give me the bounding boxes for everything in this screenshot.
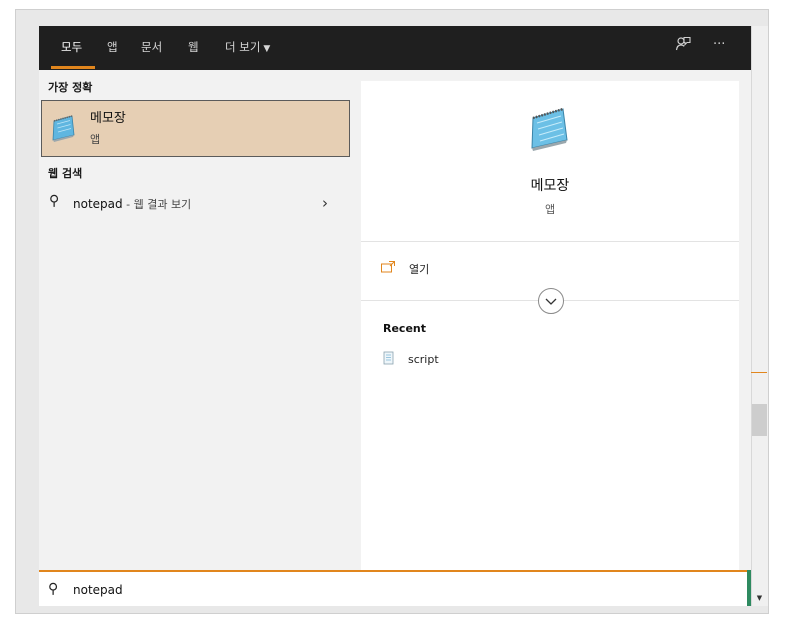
background-scroll-thumb[interactable] (752, 404, 767, 436)
tab-more[interactable]: 더 보기 ▼ (225, 39, 270, 55)
text-file-icon (383, 351, 395, 365)
feedback-icon[interactable] (675, 36, 691, 56)
search-input[interactable] (73, 580, 673, 600)
best-match-result[interactable]: 메모장 앱 (41, 100, 350, 157)
open-icon (381, 261, 395, 273)
detail-pane: 메모장 앱 열기 Recent script (361, 81, 739, 570)
tab-documents[interactable]: 문서 (141, 39, 162, 55)
tab-all[interactable]: 모두 (61, 39, 82, 55)
search-panel: 모두 앱 문서 웹 더 보기 ▼ ··· 가장 정확 메모장 앱 웹 검색 ⚲ … (39, 26, 751, 606)
divider (361, 241, 739, 242)
open-action[interactable]: 열기 (381, 259, 721, 281)
notepad-large-icon (525, 105, 573, 153)
recent-heading: Recent (383, 322, 427, 335)
web-search-text: notepad - 웹 결과 보기 (73, 196, 191, 212)
best-match-heading: 가장 정확 (48, 81, 93, 94)
web-search-result[interactable]: ⚲ notepad - 웹 결과 보기 › (39, 192, 349, 216)
results-list: 가장 정확 메모장 앱 웹 검색 ⚲ notepad - 웹 결과 보기 › (39, 70, 361, 570)
more-options-icon[interactable]: ··· (713, 37, 725, 52)
web-search-suffix: - 웹 결과 보기 (122, 198, 192, 211)
filter-tab-bar: 모두 앱 문서 웹 더 보기 ▼ ··· (39, 26, 751, 70)
background-scrollbar[interactable] (751, 26, 768, 606)
search-icon: ⚲ (49, 193, 60, 209)
tab-web[interactable]: 웹 (188, 39, 199, 55)
chevron-down-icon (545, 298, 557, 305)
open-action-label: 열기 (409, 263, 430, 276)
recent-file-name: script (408, 353, 439, 366)
web-search-query: notepad (73, 197, 123, 211)
detail-app-type: 앱 (544, 203, 556, 216)
search-box-edge (747, 570, 751, 606)
active-tab-indicator (51, 66, 95, 69)
best-match-title: 메모장 (90, 111, 126, 126)
search-box[interactable]: ⚲ (39, 570, 751, 606)
best-match-type: 앱 (90, 133, 101, 146)
recent-file-item[interactable]: script (383, 351, 583, 371)
tab-more-label: 더 보기 (225, 40, 261, 54)
detail-app-title: 메모장 (530, 178, 570, 194)
scroll-down-icon[interactable]: ▼ (752, 591, 767, 605)
caret-down-icon: ▼ (263, 44, 271, 54)
web-search-heading: 웹 검색 (48, 167, 83, 180)
expand-button[interactable] (538, 288, 564, 314)
search-icon: ⚲ (48, 581, 59, 597)
tab-apps[interactable]: 앱 (107, 39, 118, 55)
notepad-app-icon (48, 113, 78, 143)
chevron-right-icon: › (322, 194, 328, 212)
background-accent-line (751, 372, 767, 373)
